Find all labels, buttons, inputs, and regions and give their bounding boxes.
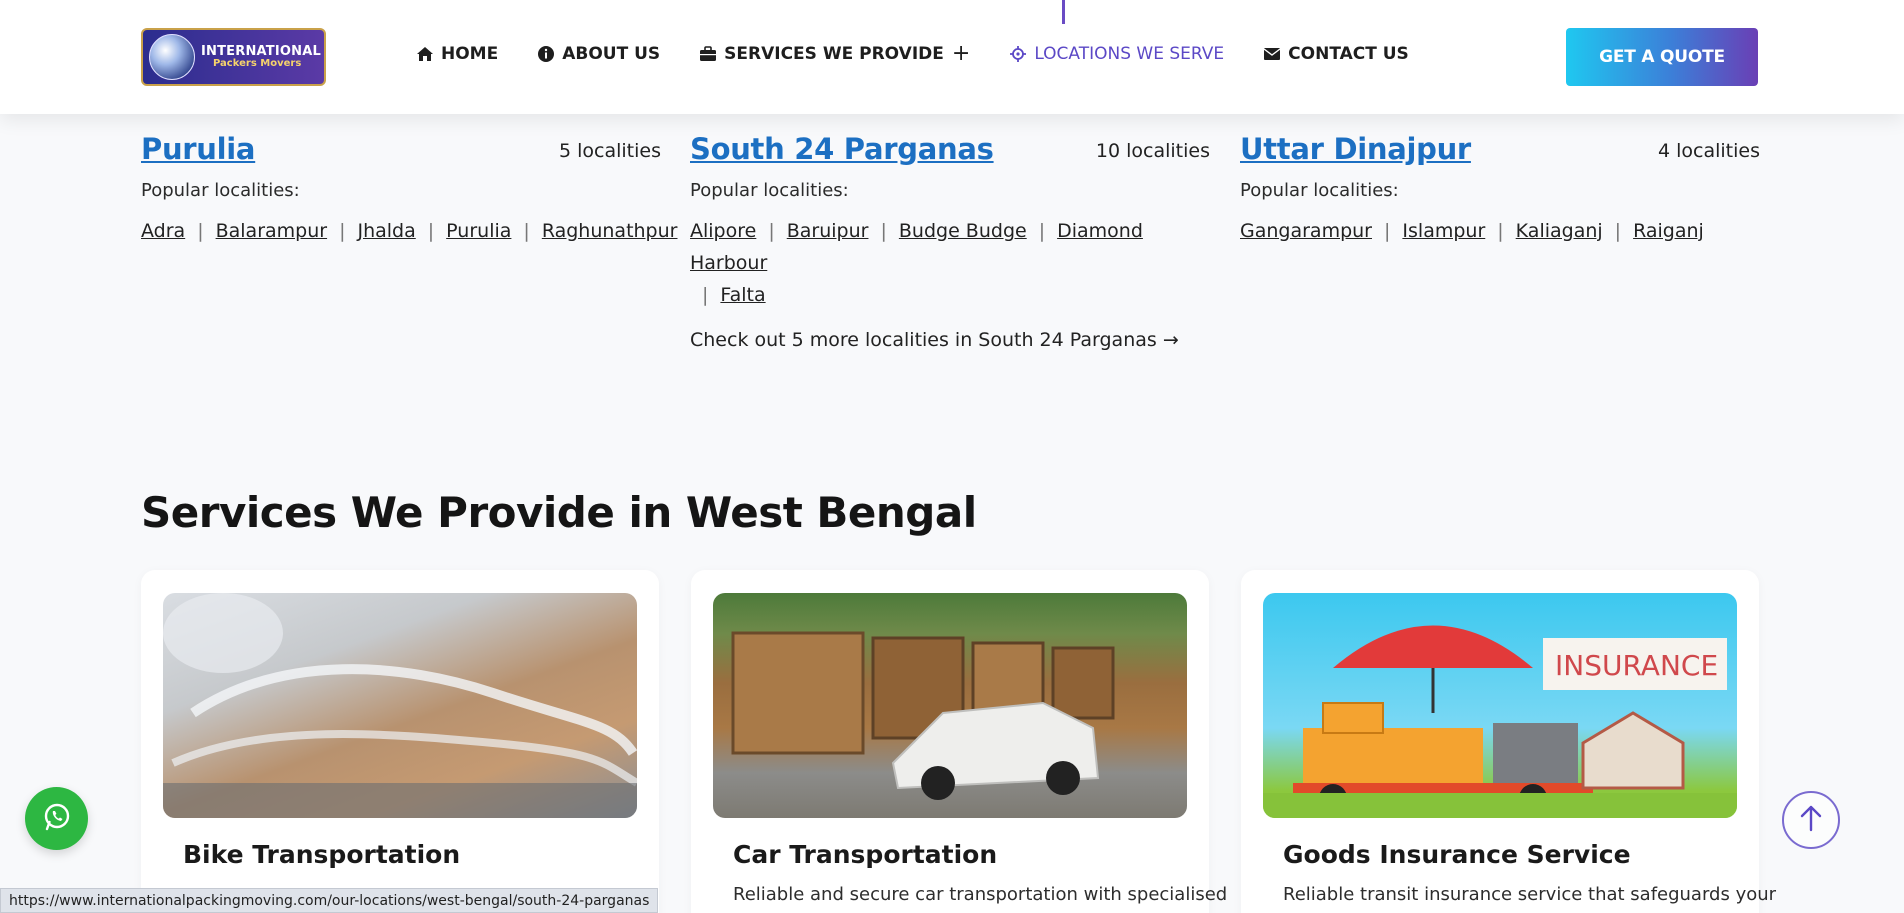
more-localities-link[interactable]: Check out 5 more localities in South 24 … (690, 329, 1210, 351)
separator: | (1038, 220, 1046, 242)
car-transportation-image (713, 593, 1187, 818)
nav-about-label: ABOUT US (562, 44, 661, 64)
locality-link[interactable]: Kaliaganj (1516, 220, 1603, 242)
separator: | (197, 220, 204, 242)
get-a-quote-button[interactable]: GET A QUOTE (1566, 28, 1758, 86)
nav-services-label: SERVICES WE PROVIDE (724, 44, 944, 64)
locality-link[interactable]: Raiganj (1633, 220, 1704, 242)
locality-list: Alipore | Baruipur | Budge Budge | Diamond Har… (690, 215, 1210, 311)
separator: | (880, 220, 887, 242)
whatsapp-button[interactable] (25, 787, 88, 850)
site-header: INTERNATIONAL Packers Movers HOME ABOUT … (0, 0, 1904, 114)
locality-link[interactable]: Raghunathpur (542, 220, 678, 242)
envelope-icon (1262, 45, 1282, 63)
nav-contact[interactable]: CONTACT US (1262, 44, 1409, 64)
separator: | (523, 220, 530, 242)
logo-line-1: INTERNATIONAL (201, 43, 321, 59)
locality-list: Adra | Balarampur | Jhalda | Purulia | Raghunath… (141, 215, 677, 247)
popular-localities-label: Popular localities: (141, 180, 300, 201)
locality-link[interactable]: Gangarampur (1240, 220, 1372, 242)
separator: | (339, 220, 346, 242)
locality-link[interactable]: Islampur (1402, 220, 1485, 242)
logo-text: INTERNATIONAL Packers Movers (201, 45, 321, 69)
locality-link[interactable]: Baruipur (787, 220, 869, 242)
nav-locations[interactable]: LOCATIONS WE SERVE (1008, 44, 1224, 64)
plus-icon[interactable]: + (952, 43, 970, 65)
locality-link[interactable]: Falta (720, 284, 765, 306)
service-card-car[interactable]: Car Transportation Reliable and secure c… (691, 570, 1227, 913)
site-logo[interactable]: INTERNATIONAL Packers Movers (141, 28, 326, 86)
locality-count: 10 localities (1095, 140, 1210, 162)
locality-link[interactable]: Alipore (690, 220, 756, 242)
locality-count: 5 localities (559, 140, 661, 162)
home-icon (415, 45, 435, 63)
accent-line (1062, 0, 1065, 24)
separator: | (702, 284, 709, 306)
separator: | (1384, 220, 1391, 242)
service-card-description: Reliable and secure car transportation w… (733, 884, 1228, 905)
service-card-insurance[interactable]: INSURANCE Goods Insurance Service Reliab… (1241, 570, 1776, 913)
bike-transportation-image (163, 593, 637, 818)
popular-localities-label: Popular localities: (690, 180, 849, 201)
nav-contact-label: CONTACT US (1288, 44, 1409, 64)
nav-locations-label: LOCATIONS WE SERVE (1034, 44, 1225, 64)
nav-home[interactable]: HOME (415, 44, 498, 64)
locality-link[interactable]: Purulia (446, 220, 511, 242)
locality-link[interactable]: Budge Budge (899, 220, 1027, 242)
nav-about[interactable]: ABOUT US (536, 44, 660, 64)
separator: | (427, 220, 435, 242)
locality-list: Gangarampur | Islampur | Kaliaganj | Raiganj (1240, 215, 1760, 247)
globe-icon (149, 34, 195, 80)
services-heading: Services We Provide in West Bengal (141, 488, 977, 537)
main-nav: HOME ABOUT US SERVICES WE PROVIDE + LOCA… (415, 43, 1447, 65)
whatsapp-icon (41, 801, 73, 837)
browser-status-url: https://www.internationalpackingmoving.c… (0, 888, 659, 913)
district-south-24-parganas: South 24 Parganas 10 localities Popular … (690, 132, 1210, 351)
service-card-title: Goods Insurance Service (1283, 840, 1631, 869)
service-card-title: Car Transportation (733, 840, 998, 869)
locality-count: 4 localities (1658, 140, 1760, 162)
nav-home-label: HOME (441, 44, 499, 64)
briefcase-icon (698, 45, 718, 63)
locality-link[interactable]: Balarampur (216, 220, 327, 242)
location-target-icon (1008, 45, 1028, 63)
arrow-up-icon (1799, 804, 1823, 836)
insurance-image-label: INSURANCE (1555, 649, 1718, 682)
scroll-to-top-button[interactable] (1782, 791, 1840, 849)
nav-services[interactable]: SERVICES WE PROVIDE + (698, 43, 970, 65)
service-card-title: Bike Transportation (183, 840, 461, 869)
service-card-bike[interactable]: Bike Transportation (141, 570, 659, 913)
locality-link[interactable]: Jhalda (357, 220, 415, 242)
goods-insurance-image: INSURANCE (1263, 593, 1737, 818)
separator: | (1497, 220, 1504, 242)
separator: | (1614, 220, 1622, 242)
locality-link[interactable]: Adra (141, 220, 185, 242)
district-uttar-dinajpur: Uttar Dinajpur 4 localities Popular loca… (1240, 132, 1760, 247)
info-icon (536, 45, 556, 63)
popular-localities-label: Popular localities: (1240, 180, 1399, 201)
district-purulia: Purulia 5 localities Popular localities:… (141, 132, 677, 247)
service-card-description: Reliable transit insurance service that … (1283, 884, 1777, 905)
separator: | (768, 220, 775, 242)
logo-line-2: Packers Movers (213, 57, 302, 69)
